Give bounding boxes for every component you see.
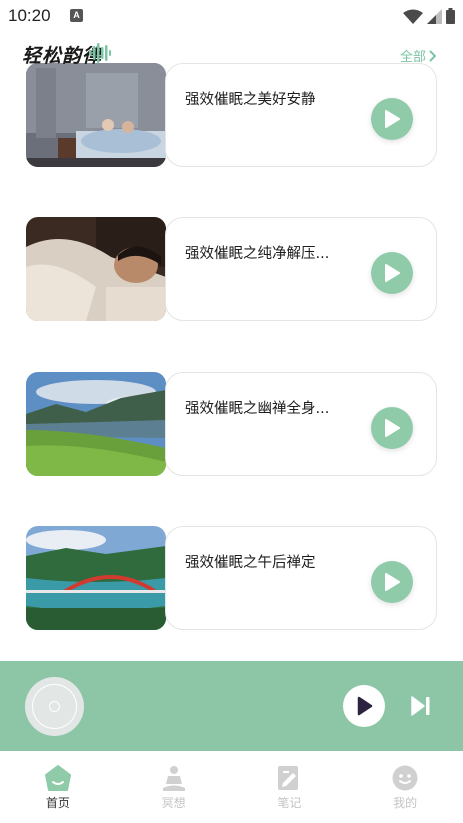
play-icon bbox=[385, 573, 400, 591]
chevron-right-icon bbox=[429, 50, 436, 61]
view-all-label: 全部 bbox=[399, 50, 426, 65]
bottom-nav: 首页 冥想 笔记 我的 bbox=[0, 751, 463, 823]
nav-label: 笔记 bbox=[277, 796, 302, 810]
lake-mountain-photo bbox=[26, 372, 166, 476]
wifi-icon bbox=[403, 9, 423, 24]
nav-label: 我的 bbox=[393, 796, 418, 810]
status-icons bbox=[403, 8, 455, 24]
track-card[interactable]: 强效催眠之纯净解压... bbox=[26, 217, 437, 321]
mini-player[interactable] bbox=[0, 661, 463, 751]
track-title: 强效催眠之纯净解压... bbox=[185, 246, 330, 262]
track-card[interactable]: 强效催眠之美好安静 bbox=[26, 63, 437, 167]
status-time: 10:20 bbox=[8, 6, 51, 25]
track-info-card: 强效催眠之午后禅定 bbox=[165, 526, 437, 630]
nav-label: 首页 bbox=[45, 796, 70, 810]
track-title: 强效催眠之幽禅全身... bbox=[185, 401, 330, 417]
sleeping-person-photo bbox=[26, 217, 166, 321]
player-play-button[interactable] bbox=[343, 685, 385, 727]
a-letter-icon: A bbox=[70, 9, 83, 22]
profile-icon bbox=[392, 765, 418, 791]
signal-icon bbox=[427, 9, 442, 24]
track-card[interactable]: 强效催眠之午后禅定 bbox=[26, 526, 437, 630]
status-bar: 10:20 A bbox=[0, 0, 463, 32]
app-header: 轻松韵律 全部 bbox=[0, 38, 463, 70]
bridge-river-photo bbox=[26, 526, 166, 630]
play-button[interactable] bbox=[371, 98, 413, 140]
nav-item-home[interactable]: 首页 bbox=[0, 751, 116, 823]
track-title: 强效催眠之美好安静 bbox=[185, 92, 316, 108]
view-all-link[interactable]: 全部 bbox=[400, 46, 437, 65]
battery-icon bbox=[446, 8, 455, 24]
track-card[interactable]: 强效催眠之幽禅全身... bbox=[26, 372, 437, 476]
nav-item-profile[interactable]: 我的 bbox=[347, 751, 463, 823]
nav-item-notes[interactable]: 笔记 bbox=[232, 751, 348, 823]
track-title: 强效催眠之午后禅定 bbox=[185, 555, 316, 571]
play-button[interactable] bbox=[371, 252, 413, 294]
track-info-card: 强效催眠之纯净解压... bbox=[165, 217, 437, 321]
play-icon bbox=[385, 419, 400, 437]
sound-wave-icon bbox=[89, 43, 111, 63]
home-icon bbox=[44, 765, 71, 791]
play-button[interactable] bbox=[371, 407, 413, 449]
play-icon bbox=[357, 696, 373, 716]
track-info-card: 强效催眠之幽禅全身... bbox=[165, 372, 437, 476]
skip-next-icon[interactable] bbox=[410, 695, 432, 717]
track-info-card: 强效催眠之美好安静 bbox=[165, 63, 437, 167]
play-button[interactable] bbox=[371, 561, 413, 603]
play-icon bbox=[385, 110, 400, 128]
bedroom-photo bbox=[26, 63, 166, 167]
disc-icon[interactable] bbox=[25, 677, 84, 736]
nav-item-meditation[interactable]: 冥想 bbox=[116, 751, 232, 823]
nav-label: 冥想 bbox=[161, 796, 186, 810]
note-icon bbox=[278, 766, 299, 790]
play-icon bbox=[385, 264, 400, 282]
meditation-icon bbox=[162, 766, 185, 791]
